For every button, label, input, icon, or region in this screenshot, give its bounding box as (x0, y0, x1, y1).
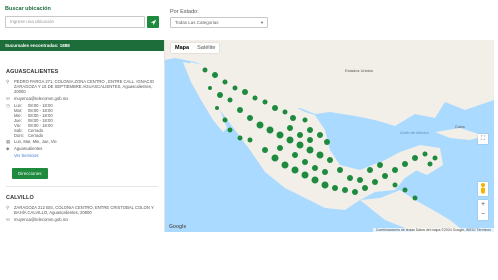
map-type-tabs: Mapa Satélite (171, 43, 220, 53)
map-attribution[interactable]: Combinaciones de teclas Datos del mapa ©… (372, 228, 494, 232)
store-name: CALVILLO (6, 195, 34, 202)
search-label: Buscar ubicación (5, 6, 51, 12)
usa-label: Estados Unidos (345, 68, 374, 73)
store-days: Lun, Mar, Mie, Jue, Vie (14, 139, 57, 145)
store-locator: Buscar ubicación Ingrese una ubicación P… (0, 0, 498, 280)
pegman-icon (481, 183, 485, 194)
state-select[interactable]: Todas Las Categorias ▼ (170, 17, 268, 28)
store-address: ZARAGOZA 212 BIS, COLONIA CENTRO, ENTRE … (14, 205, 154, 216)
fullscreen-button[interactable]: ⛶ (478, 134, 488, 144)
directions-button[interactable]: Direcciones (12, 168, 48, 180)
tag-icon: ◆ (6, 146, 10, 152)
services-link[interactable]: Ver Servicios (14, 153, 158, 158)
cuba-label: Cuba (455, 124, 465, 129)
google-logo: Google (169, 224, 187, 230)
navigate-icon (150, 19, 156, 25)
map-view[interactable]: Golfo de México Cuba Estados Unidos Mapa… (165, 40, 494, 232)
store-category: Aguascalientes (14, 146, 43, 152)
store-card: CALVILLO ⚲ ZARAGOZA 212 BIS, COLONIA CEN… (0, 195, 164, 228)
store-card: AGUASCALIENTES ⚲ PEDRO PARGA 271, COLONI… (0, 51, 164, 191)
gulf-label: Golfo de México (400, 130, 429, 135)
results-sidebar[interactable]: Sucursales encontradas: 1888 AGUASCALIEN… (0, 40, 165, 232)
state-select-value: Todas Las Categorias (175, 20, 219, 25)
email-icon: ✉ (6, 96, 10, 102)
filter-label: Por Estado: (170, 9, 199, 15)
chevron-down-icon: ▼ (260, 20, 264, 25)
zoom-in-button[interactable]: + (478, 200, 488, 210)
street-view-pegman[interactable] (478, 182, 488, 196)
store-name: AGUASCALIENTES (6, 69, 59, 75)
hours-time: Cerrado (28, 132, 44, 138)
location-pin-icon: ⚲ (6, 205, 10, 211)
email-icon: ✉ (6, 217, 10, 223)
store-email[interactable]: muyenca@telecomm.gob.mx (14, 96, 68, 101)
zoom-control: + − (478, 200, 488, 220)
tab-map[interactable]: Mapa (171, 43, 193, 53)
hours-day: Dom: (14, 132, 25, 138)
store-hours: Lun: 08:00 - 18:00 Mar: 08:00 - 18:00 Mie:… (14, 103, 56, 138)
store-email[interactable]: muyenca@telecomm.gob.mx (14, 217, 68, 222)
zoom-out-button[interactable]: − (478, 210, 488, 220)
tab-satellite[interactable]: Satélite (193, 43, 219, 53)
location-pin-icon: ⚲ (6, 79, 10, 84)
divider (6, 186, 158, 188)
results-count: Sucursales encontradas: 1888 (0, 40, 164, 51)
calendar-icon: ▦ (6, 139, 11, 145)
search-button[interactable] (147, 16, 159, 28)
search-input[interactable]: Ingrese una ubicación (5, 16, 145, 28)
map-canvas[interactable] (165, 40, 494, 232)
store-address: PEDRO PARGA 271, COLONIA ZONA CENTRO , E… (14, 79, 155, 95)
clock-icon: ◷ (6, 102, 10, 108)
